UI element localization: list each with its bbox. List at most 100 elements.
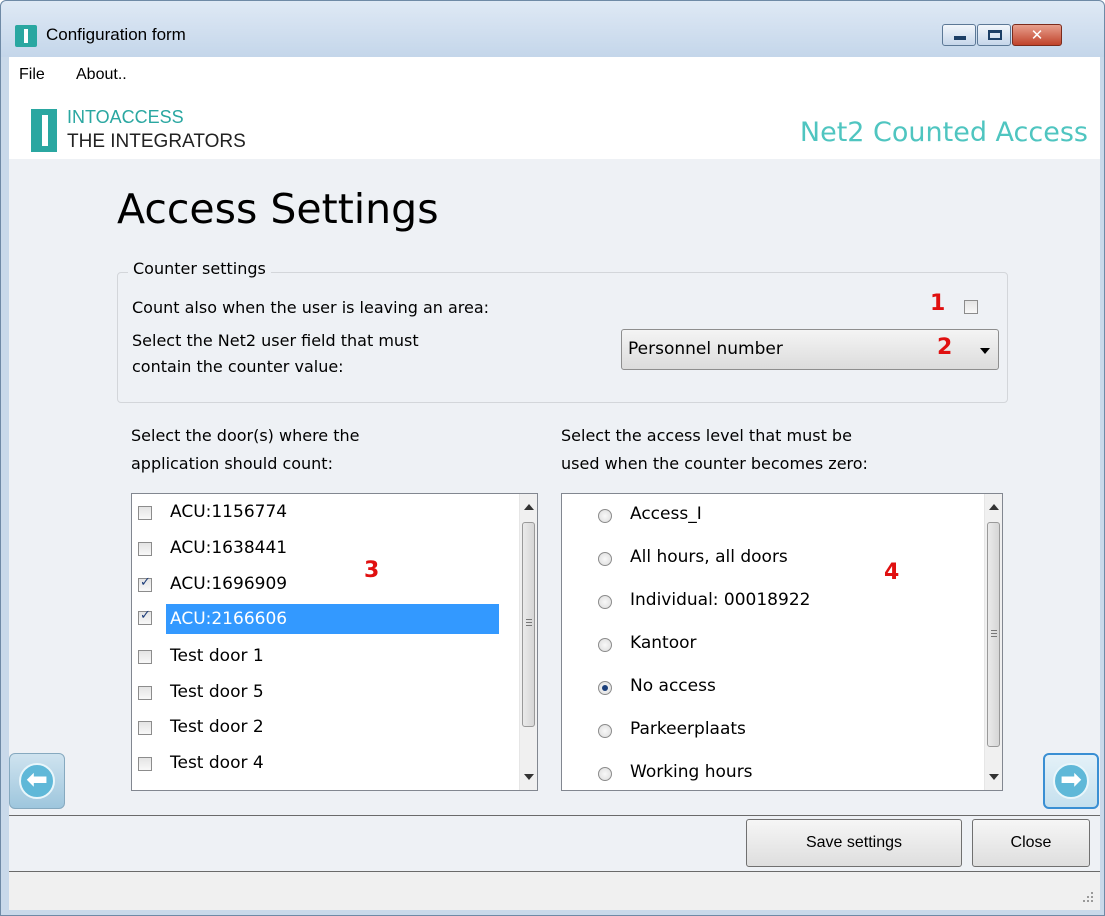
list-item[interactable]: No access [562,669,969,712]
minimize-icon [954,36,966,40]
logo-name: INTOACCESS [67,107,184,127]
list-item[interactable]: Parkeerplaats [562,712,969,755]
door-label: ACU:1156774 [170,502,288,522]
access-level-radio[interactable] [598,638,612,652]
scroll-up-icon[interactable] [524,504,534,510]
maximize-button[interactable] [977,24,1011,46]
access-level-scrollbar[interactable] [984,494,1002,790]
scroll-down-icon[interactable] [524,774,534,780]
access-level-label-line2: used when the counter becomes zero: [561,454,868,473]
access-level-label: All hours, all doors [630,547,788,567]
door-checkbox[interactable] [138,608,152,625]
user-field-value: Personnel number [628,339,783,359]
doors-label-line1: Select the door(s) where the [131,426,360,445]
access-level-label: Parkeerplaats [630,719,746,739]
door-checkbox[interactable] [138,721,152,735]
configuration-window: Configuration form ✕ File About.. INTOAC… [0,0,1105,916]
user-field-dropdown[interactable]: Personnel number 2 [621,329,999,370]
scrollbar-thumb[interactable] [987,522,1000,747]
list-item[interactable]: Test door 1 [132,640,499,676]
list-item[interactable]: Individual: 00018922 [562,583,969,626]
access-level-listbox[interactable]: Access_I All hours, all doors Individual… [561,493,1003,791]
door-label: ACU:1638441 [170,538,288,558]
scroll-up-icon[interactable] [989,504,999,510]
door-label: ACU:2166606 [166,604,499,634]
product-title: Net2 Counted Access [799,117,1088,148]
minimize-button[interactable] [942,24,976,46]
access-level-label: Kantoor [630,633,697,653]
access-level-radio[interactable] [598,724,612,738]
access-level-label: Working hours [630,762,753,782]
door-label: Test door 5 [170,682,264,702]
annotation-2: 2 [937,335,953,360]
list-item[interactable]: Kantoor [562,626,969,669]
next-button[interactable]: ➡ [1043,753,1099,809]
access-level-radio[interactable] [598,681,612,695]
access-level-label-line1: Select the access level that must be [561,426,852,445]
doors-scrollbar[interactable] [519,494,537,790]
arrow-left-icon: ⬅ [19,763,55,799]
page-title: Access Settings [117,185,439,233]
door-checkbox[interactable] [138,506,152,520]
annotation-1: 1 [930,291,946,316]
door-label: ACU:1696909 [170,574,288,594]
close-button[interactable]: Close [972,819,1090,867]
door-checkbox[interactable] [138,575,152,592]
app-icon [15,25,37,47]
access-level-radio[interactable] [598,767,612,781]
list-item[interactable]: ACU:1156774 [132,496,499,532]
chevron-down-icon [980,348,990,354]
door-label: Test door 4 [170,753,264,773]
list-item[interactable]: Working hours [562,755,969,790]
user-field-label-line2: contain the counter value: [132,357,344,376]
access-level-radio[interactable] [598,509,612,523]
save-settings-button[interactable]: Save settings [746,819,962,867]
door-label: Test door 1 [170,646,264,666]
list-item[interactable]: ACU:1696909 [132,568,499,604]
annotation-4: 4 [884,560,900,585]
list-item[interactable]: Test door 2 [132,711,499,747]
scrollbar-thumb[interactable] [522,522,535,727]
door-label: Test door 2 [170,717,264,737]
title-bar[interactable]: Configuration form ✕ [1,1,1104,57]
list-item[interactable]: ACU:2166606 [132,601,499,637]
menu-about[interactable]: About.. [76,66,127,84]
annotation-3: 3 [364,558,380,583]
door-checkbox[interactable] [138,542,152,556]
door-checkbox[interactable] [138,686,152,700]
door-checkbox[interactable] [138,757,152,771]
maximize-icon [988,30,1002,40]
logo-tagline: THE INTEGRATORS [67,131,246,152]
access-level-label: No access [630,676,716,696]
access-level-radio[interactable] [598,552,612,566]
menu-bar: File About.. [9,57,1100,95]
list-item[interactable]: Test door 5 [132,676,499,712]
doors-listbox[interactable]: ACU:1156774 ACU:1638441 ACU:1696909 ACU:… [131,493,538,791]
resize-grip-icon[interactable] [1082,892,1094,904]
list-item[interactable]: Access_I [562,497,969,540]
list-item[interactable]: Test door 4 [132,747,499,783]
list-item[interactable]: ACU:1638441 [132,532,499,568]
close-icon: ✕ [1030,26,1044,44]
intoaccess-logo-icon [31,109,57,152]
doors-label-line2: application should count: [131,454,333,473]
access-level-label: Access_I [630,504,702,524]
access-level-label: Individual: 00018922 [630,590,811,610]
window-title: Configuration form [46,25,186,44]
arrow-right-icon: ➡ [1053,763,1089,799]
door-checkbox[interactable] [138,650,152,664]
scroll-down-icon[interactable] [989,774,999,780]
counter-settings-group: Counter settings Count also when the use… [117,259,1008,403]
access-level-radio[interactable] [598,595,612,609]
count-leaving-label: Count also when the user is leaving an a… [132,298,490,317]
status-bar [9,872,1100,910]
close-window-button[interactable]: ✕ [1012,24,1062,46]
user-field-label-line1: Select the Net2 user field that must [132,331,419,350]
back-button[interactable]: ⬅ [9,753,65,809]
button-bar: Save settings Close [9,815,1100,872]
list-item[interactable]: All hours, all doors [562,540,969,583]
brand-header: INTOACCESS THE INTEGRATORS Net2 Counted … [9,95,1100,159]
menu-file[interactable]: File [19,66,45,84]
group-legend: Counter settings [128,259,271,278]
count-leaving-checkbox[interactable] [964,300,978,314]
